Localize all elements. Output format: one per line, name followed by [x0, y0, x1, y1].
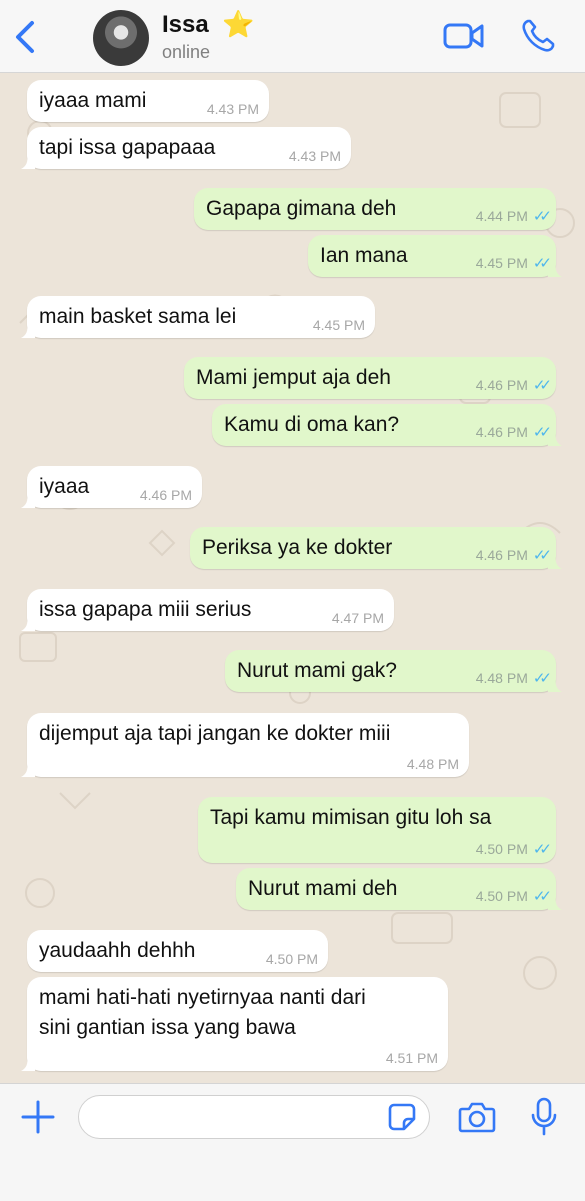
message-time: 4.45 PM: [312, 317, 365, 333]
message-meta: 4.48 PM ✓✓: [475, 669, 552, 687]
message-time: 4.46 PM: [139, 487, 192, 503]
video-call-icon[interactable]: [443, 20, 485, 52]
read-ticks-icon: ✓✓: [532, 424, 552, 441]
composer-bar: [0, 1083, 585, 1201]
message-text: Kamu di oma kan?: [224, 413, 400, 436]
message-text: main basket sama lei: [39, 305, 237, 328]
message-text: tapi issa gapapaaa: [39, 136, 216, 159]
phone-call-icon[interactable]: [520, 18, 556, 54]
message-bubble-incoming[interactable]: issa gapapa miii serius 4.47 PM: [21, 589, 394, 631]
message-text: Mami jemput aja deh: [196, 366, 391, 389]
bubble-tail: [21, 1057, 35, 1071]
sticker-icon[interactable]: [388, 1103, 416, 1131]
message-bubble-outgoing[interactable]: Gapapa gimana deh 4.44 PM ✓✓: [194, 188, 556, 230]
message-meta: 4.50 PM ✓✓: [475, 887, 552, 905]
bubble-tail: [548, 896, 562, 910]
bubble-tail: [21, 324, 35, 338]
message-bubble-outgoing[interactable]: Nurut mami deh 4.50 PM ✓✓: [236, 868, 562, 910]
message-text: yaudaahh dehhh: [39, 939, 196, 962]
message-time: 4.47 PM: [331, 610, 384, 626]
message-text: Tapi kamu mimisan gitu loh sa: [210, 806, 492, 829]
bubble-tail: [21, 494, 35, 508]
message-text: issa gapapa miii serius: [39, 598, 252, 621]
read-ticks-icon: ✓✓: [532, 670, 552, 687]
back-chevron-icon[interactable]: [12, 20, 40, 54]
message-text: Ian mana: [320, 244, 408, 267]
message-bubble-outgoing[interactable]: Tapi kamu mimisan gitu loh sa 4.50 PM ✓✓: [198, 797, 556, 863]
bubble-tail: [548, 678, 562, 692]
message-time: 4.43 PM: [288, 148, 341, 164]
message-time: 4.48 PM: [475, 670, 528, 686]
plus-icon[interactable]: [20, 1099, 56, 1135]
star-emoji-icon: ⭐: [222, 9, 255, 39]
message-time: 4.50 PM: [475, 841, 528, 857]
camera-icon[interactable]: [458, 1101, 496, 1133]
message-text-line-2: sini gantian issa yang bawa: [39, 1016, 296, 1039]
message-meta: 4.44 PM ✓✓: [475, 207, 552, 225]
message-bubble-outgoing[interactable]: Mami jemput aja deh 4.46 PM ✓✓: [184, 357, 556, 399]
message-text-line-1: mami hati-hati nyetirnyaa nanti dari: [39, 986, 366, 1009]
bubble-tail: [548, 432, 562, 446]
read-ticks-icon: ✓✓: [532, 208, 552, 225]
bubble-tail: [21, 617, 35, 631]
message-meta: 4.46 PM ✓✓: [475, 423, 552, 441]
bubble-tail: [548, 555, 562, 569]
message-bubble-incoming[interactable]: dijemput aja tapi jangan ke dokter miii …: [21, 713, 469, 777]
contact-name[interactable]: Issa: [162, 11, 209, 39]
read-ticks-icon: ✓✓: [532, 255, 552, 272]
message-bubble-outgoing[interactable]: Nurut mami gak? 4.48 PM ✓✓: [225, 650, 562, 692]
message-bubble-incoming[interactable]: iyaaa mami 4.43 PM: [27, 80, 269, 122]
message-time: 4.46 PM: [475, 547, 528, 563]
message-meta: 4.46 PM ✓✓: [475, 546, 552, 564]
message-time: 4.45 PM: [475, 255, 528, 271]
message-text: dijemput aja tapi jangan ke dokter miii: [39, 722, 391, 745]
chat-header: Issa ⭐ online: [0, 0, 585, 73]
message-time: 4.50 PM: [475, 888, 528, 904]
read-ticks-icon: ✓✓: [532, 377, 552, 394]
bubble-tail: [548, 263, 562, 277]
bubble-tail: [21, 763, 35, 777]
message-input[interactable]: [78, 1095, 430, 1139]
message-time: 4.44 PM: [475, 208, 528, 224]
message-meta: 4.46 PM ✓✓: [475, 376, 552, 394]
contact-status: online: [162, 42, 211, 62]
message-bubble-outgoing[interactable]: Periksa ya ke dokter 4.46 PM ✓✓: [190, 527, 562, 569]
message-bubble-incoming[interactable]: main basket sama lei 4.45 PM: [21, 296, 375, 338]
read-ticks-icon: ✓✓: [532, 841, 552, 858]
message-bubble-incoming[interactable]: iyaaa 4.46 PM: [21, 466, 202, 508]
read-ticks-icon: ✓✓: [532, 547, 552, 564]
message-text: Periksa ya ke dokter: [202, 536, 393, 559]
message-meta: 4.50 PM ✓✓: [475, 840, 552, 858]
microphone-icon[interactable]: [530, 1097, 558, 1137]
message-bubble-outgoing[interactable]: Ian mana 4.45 PM ✓✓: [308, 235, 562, 277]
message-time: 4.50 PM: [265, 951, 318, 967]
message-bubble-incoming[interactable]: tapi issa gapapaaa 4.43 PM: [21, 127, 351, 169]
message-meta: 4.45 PM ✓✓: [475, 254, 552, 272]
message-bubble-incoming[interactable]: yaudaahh dehhh 4.50 PM: [27, 930, 328, 972]
message-text: iyaaa mami: [39, 89, 147, 112]
message-text: iyaaa: [39, 475, 90, 498]
message-bubble-incoming[interactable]: mami hati-hati nyetirnyaa nanti dari sin…: [21, 977, 448, 1071]
message-time: 4.46 PM: [475, 377, 528, 393]
bubble-tail: [21, 155, 35, 169]
message-text: Nurut mami deh: [248, 877, 398, 900]
message-time: 4.51 PM: [385, 1050, 438, 1066]
message-text: Nurut mami gak?: [237, 659, 397, 682]
read-ticks-icon: ✓✓: [532, 888, 552, 905]
message-bubble-outgoing[interactable]: Kamu di oma kan? 4.46 PM ✓✓: [212, 404, 562, 446]
avatar[interactable]: [93, 10, 149, 66]
message-time: 4.48 PM: [406, 756, 459, 772]
message-text: Gapapa gimana deh: [206, 197, 397, 220]
message-time: 4.46 PM: [475, 424, 528, 440]
message-time: 4.43 PM: [206, 101, 259, 117]
